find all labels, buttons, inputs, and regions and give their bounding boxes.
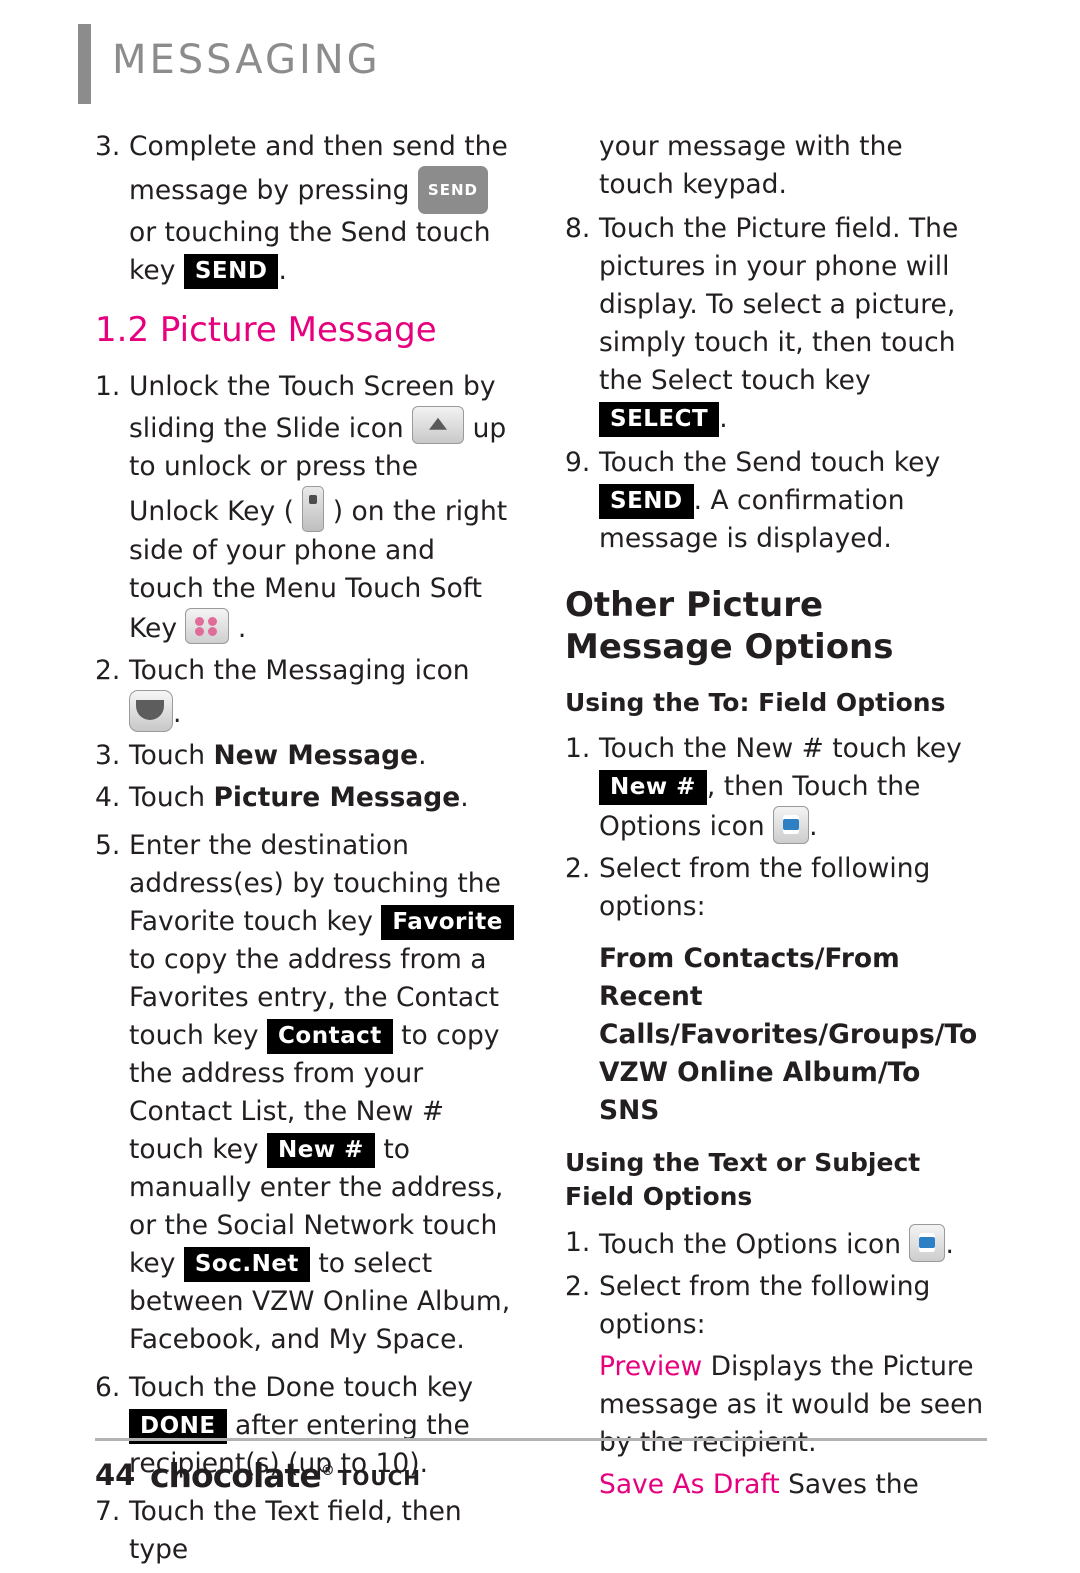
menu-grid-icon — [185, 608, 230, 644]
step-number: 8. — [565, 213, 591, 244]
preview-label: Preview — [599, 1351, 703, 1382]
save-as-draft-label: Save As Draft — [599, 1469, 780, 1500]
chapter-accent-bar — [78, 24, 91, 104]
list-item-step-9: 9. Touch the Send touch key SEND. A conf… — [565, 444, 985, 558]
subheading-using-to-field-options: Using the To: Field Options — [565, 688, 946, 717]
options-list-icon — [909, 1224, 946, 1262]
list-item-step-5: 5. Enter the destination address(es) by … — [95, 827, 515, 1359]
page-title: MESSAGING — [112, 37, 381, 83]
new-number-key-badge-2: New # — [599, 770, 707, 805]
left-column: 3. Complete and then send the message by… — [95, 128, 515, 1573]
page-number: 44 — [95, 1458, 136, 1492]
step-body: Touch the Send touch key SEND. A confirm… — [599, 444, 985, 558]
step-body: Touch the Text field, then type — [129, 1496, 462, 1565]
step-number: 4. — [95, 782, 121, 813]
list-item-step-4: 4. Touch Picture Message. — [95, 779, 515, 817]
favorite-key-badge: Favorite — [381, 905, 514, 940]
step4-text-a: Touch — [129, 782, 214, 813]
step-body: Complete and then send the message by pr… — [129, 128, 515, 290]
step3b-text-b: . — [418, 740, 427, 771]
step-number: 9. — [565, 447, 591, 478]
to-step1-text-1: Touch the New # touch key — [599, 733, 962, 764]
step-number: 3. — [95, 740, 121, 771]
list-item-step-3b: 3. Touch New Message. — [95, 737, 515, 775]
footer-divider — [95, 1438, 987, 1441]
save-as-draft-description: Saves the — [788, 1469, 919, 1500]
step-number: 3. — [95, 131, 121, 162]
registered-mark: ® — [320, 1463, 335, 1479]
send-key-badge-2: SEND — [599, 484, 694, 519]
option-save-as-draft: Save As Draft Saves the — [599, 1466, 985, 1504]
step9-text-1: Touch the Send touch key — [599, 447, 941, 478]
step-body: Touch the Picture field. The pictures in… — [599, 210, 985, 438]
ts-step1-text-1: Touch the Options icon — [599, 1229, 902, 1260]
list-item-step-8: 8. Touch the Picture field. The pictures… — [565, 210, 985, 438]
step-body: Touch the Options icon . — [599, 1224, 985, 1264]
list-item-to-step-1: 1. Touch the New # touch key New #, then… — [565, 730, 985, 846]
step-body: Touch the Messaging icon . — [129, 652, 515, 733]
step-body: Select from the following options: — [599, 1271, 931, 1340]
step-number: 5. — [95, 830, 121, 861]
list-item-step-1: 1. Unlock the Touch Screen by sliding th… — [95, 368, 515, 648]
soc-net-key-badge: Soc.Net — [183, 1247, 310, 1282]
step-number: 1. — [565, 733, 591, 764]
step1-text-d: . — [237, 613, 247, 644]
step-number: 1. — [95, 371, 121, 402]
new-message-label: New Message — [213, 740, 419, 771]
step3-text-c: . — [278, 255, 287, 286]
to-field-options-list: From Contacts/From Recent Calls/Favorite… — [599, 943, 978, 1126]
step-body: Touch the New # touch key New #, then To… — [599, 730, 985, 846]
to-step1-text-3: . — [809, 811, 818, 842]
send-pill-icon: SEND — [417, 166, 488, 214]
step-number: 1. — [565, 1227, 591, 1258]
list-item-step-2: 2. Touch the Messaging icon . — [95, 652, 515, 733]
new-number-key-badge: New # — [267, 1133, 375, 1168]
step8-text-1: Touch the Picture field. The pictures in… — [599, 213, 959, 396]
step3b-text-a: Touch — [129, 740, 214, 771]
step4-text-b: . — [460, 782, 469, 813]
step-body: Touch New Message. — [129, 737, 515, 775]
step-7-continuation: your message with the touch keypad. — [599, 131, 903, 200]
picture-message-label: Picture Message — [213, 782, 461, 813]
step-number: 7. — [95, 1496, 121, 1527]
messaging-envelope-icon — [129, 690, 173, 732]
list-item-step-7: 7. Touch the Text field, then type — [95, 1493, 515, 1569]
slide-icon — [412, 406, 465, 444]
brand-suffix: TOUCH — [337, 1466, 422, 1490]
subheading-using-text-or-subject-field-options: Using the Text or Subject Field Options — [565, 1148, 921, 1211]
ts-step1-text-2: . — [945, 1229, 954, 1260]
list-item-to-step-2: 2. Select from the following options: — [565, 850, 985, 926]
brand-logo: chocolate® TOUCH — [150, 1456, 421, 1495]
step-number: 2. — [565, 1271, 591, 1302]
step-body: Unlock the Touch Screen by sliding the S… — [129, 368, 515, 648]
list-item-ts-step-2: 2. Select from the following options: — [565, 1268, 985, 1344]
step8-text-2: . — [719, 403, 728, 434]
select-key-badge: SELECT — [599, 402, 720, 437]
step-body: Enter the destination address(es) by tou… — [129, 827, 515, 1359]
brand-name: chocolate — [150, 1456, 322, 1495]
step-number: 2. — [565, 853, 591, 884]
right-column: your message with the touch keypad. 8. T… — [565, 128, 985, 1508]
contact-key-badge: Contact — [267, 1019, 393, 1054]
step-number: 2. — [95, 655, 121, 686]
step-body: Select from the following options: — [599, 853, 931, 922]
list-item-step-3: 3. Complete and then send the message by… — [95, 128, 515, 290]
step2-text-a: Touch the Messaging icon — [129, 655, 470, 686]
step-body: Touch Picture Message. — [129, 779, 515, 817]
unlock-key-icon — [302, 486, 325, 532]
send-key-badge: SEND — [183, 254, 279, 289]
option-preview: Preview Displays the Picture message as … — [599, 1348, 985, 1462]
options-list-icon — [773, 806, 810, 844]
list-item-ts-step-1: 1. Touch the Options icon . — [565, 1224, 985, 1264]
step2-text-b: . — [173, 698, 182, 729]
heading-other-picture-message-options: Other Picture Message Options — [565, 585, 894, 667]
section-heading-picture-message: 1.2 Picture Message — [95, 310, 437, 350]
step6-text-1: Touch the Done touch key — [129, 1372, 474, 1403]
